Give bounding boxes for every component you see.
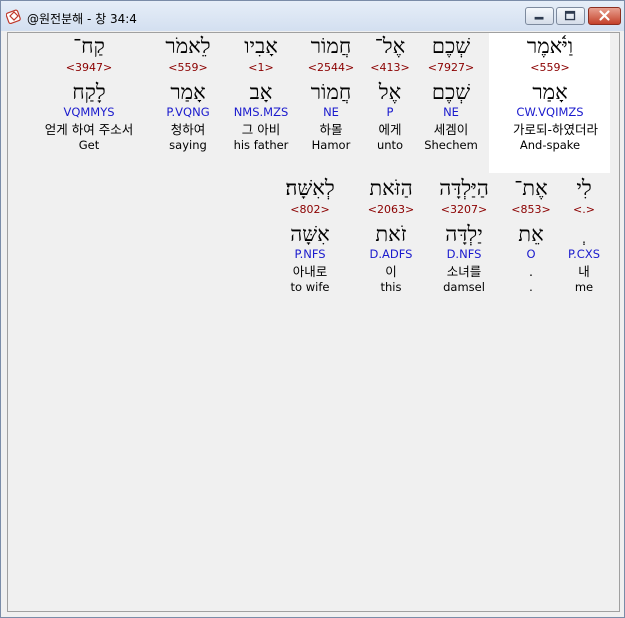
word-cell[interactable]: אָבִיו <1> אָב NMS.MZS 그 아비 his father	[224, 33, 298, 152]
window-title: @원전분해 - 창 34:4	[27, 12, 137, 26]
strong-number[interactable]: <802>	[273, 203, 347, 217]
hebrew-word: לֵאמֹר	[165, 34, 211, 58]
korean-gloss: 가로되-하였더라	[513, 122, 599, 137]
word-cell[interactable]: הַזֹּאת <2063> זֹאת D.ADFS 이 this	[354, 175, 428, 294]
word-cell[interactable]: הַיַּלְדָּה <3207> יַלְדָּה D.NFS 소녀를 da…	[427, 175, 501, 294]
korean-gloss: 그 아비	[241, 122, 281, 137]
english-gloss: Get	[78, 138, 100, 152]
english-gloss: saying	[169, 138, 207, 152]
verse-analysis-panel[interactable]: וַיֹּ֫אמֶר <559> אָמַר CW.VQIMZS 가로되-하였더…	[7, 32, 620, 612]
english-gloss: his father	[233, 138, 289, 152]
app-window: @원전분해 - 창 34:4 וַיֹּ֫אמֶר <559> אָמַר CW	[0, 0, 625, 618]
close-icon	[599, 10, 610, 21]
hebrew-word: קַח־	[73, 34, 105, 58]
lemma-word: אָמַר	[170, 80, 206, 104]
korean-gloss: 얻게 하여 주소서	[44, 122, 134, 137]
morphology-code: NE	[323, 105, 339, 119]
hebrew-word: אֶת־	[514, 176, 548, 200]
maximize-icon	[564, 10, 576, 21]
strong-number[interactable]: <3207>	[427, 203, 501, 217]
word-cell[interactable]: וַיֹּ֫אמֶר <559> אָמַר CW.VQIMZS 가로되-하였더…	[513, 33, 599, 152]
lemma-word: אִשָּׁה	[290, 222, 330, 246]
korean-gloss: 아내로	[292, 264, 328, 279]
hebrew-word: הַזֹּאת	[369, 176, 413, 200]
korean-gloss: 청하여	[170, 122, 206, 137]
hebrew-word: וַיֹּ֫אמֶר	[526, 34, 574, 58]
strong-number[interactable]: <2544>	[294, 61, 368, 75]
morphology-code: D.NFS	[446, 247, 482, 261]
strong-number[interactable]: <853>	[494, 203, 568, 217]
strong-number[interactable]: <559>	[513, 61, 587, 75]
morphology-code: P.VQNG	[166, 105, 210, 119]
word-cell[interactable]: אֶת־ <853> אֵת O . .	[494, 175, 568, 294]
strong-number[interactable]: <2063>	[354, 203, 428, 217]
strong-number[interactable]: <1>	[224, 61, 298, 75]
korean-gloss: .	[529, 264, 533, 279]
maximize-button[interactable]	[556, 7, 585, 25]
lemma-word: אָמַר	[532, 80, 568, 104]
word-cell[interactable]: קַח־ <3947> לָקַח VQMMYS 얻게 하여 주소서 Get	[19, 33, 159, 152]
lemma-word: יַלְדָּה	[445, 222, 483, 246]
word-cell[interactable]: חֲמוֹר <2544> חֲמוֹר NE 하몰 Hamor	[294, 33, 368, 152]
lemma-word: אֵת	[518, 222, 544, 246]
morphology-code: CW.VQIMZS	[516, 105, 584, 119]
korean-gloss: 소녀를	[446, 264, 482, 279]
morphology-code: O	[526, 247, 536, 261]
bible-app-icon	[6, 9, 21, 24]
english-gloss: And-spake	[519, 138, 581, 152]
strong-number[interactable]: <559>	[151, 61, 225, 75]
word-cell[interactable]: לֵאמֹר <559> אָמַר P.VQNG 청하여 saying	[151, 33, 225, 152]
english-gloss: Hamor	[311, 138, 351, 152]
english-gloss: .	[529, 280, 533, 294]
english-gloss: to wife	[290, 280, 330, 294]
minimize-icon	[534, 16, 544, 20]
word-cell[interactable]: לְאִשָּׁה׃ <802> אִשָּׁה P.NFS 아내로 to wi…	[273, 175, 347, 294]
lemma-word: אָב	[249, 80, 273, 104]
english-gloss: damsel	[443, 280, 485, 294]
close-button[interactable]	[588, 7, 621, 25]
morphology-code: NMS.MZS	[233, 105, 289, 119]
hebrew-word: הַיַּלְדָּה	[439, 176, 489, 200]
lemma-word: לָקַח	[72, 80, 106, 104]
minimize-button[interactable]	[525, 7, 554, 25]
title-bar[interactable]: @원전분해 - 창 34:4	[1, 1, 624, 31]
hebrew-word: לְאִשָּׁה׃	[285, 176, 335, 200]
hebrew-word: אָבִיו	[244, 34, 278, 58]
korean-gloss: 이	[385, 264, 397, 279]
morphology-code: D.ADFS	[369, 247, 413, 261]
lemma-word: חֲמוֹר	[310, 80, 352, 104]
strong-number[interactable]: <3947>	[19, 61, 159, 75]
korean-gloss: 하몰	[319, 122, 343, 137]
hebrew-word: חֲמוֹר	[310, 34, 352, 58]
morphology-code: P.NFS	[294, 247, 326, 261]
english-gloss: this	[380, 280, 402, 294]
lemma-word: זֹאת	[375, 222, 407, 246]
morphology-code: VQMMYS	[63, 105, 115, 119]
